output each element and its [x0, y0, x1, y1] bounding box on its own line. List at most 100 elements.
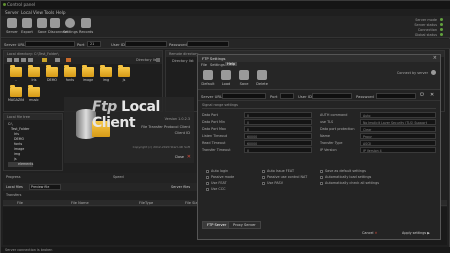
- server-url-input[interactable]: [25, 41, 75, 47]
- delete-icon[interactable]: [28, 58, 33, 62]
- col-file[interactable]: File: [17, 201, 23, 205]
- name-input[interactable]: Proxy: [360, 133, 436, 139]
- folder-item[interactable]: DEMO: [44, 65, 60, 82]
- export-button[interactable]: Export: [20, 18, 34, 34]
- disconnect-button[interactable]: Disconnect: [48, 18, 68, 34]
- folder-item[interactable]: img: [98, 65, 114, 82]
- folder-icon: [46, 65, 58, 77]
- data-port-input[interactable]: 0: [244, 112, 312, 118]
- folder-item[interactable]: MAGAZINE: [8, 85, 24, 102]
- settings-button[interactable]: Settings: [63, 18, 78, 34]
- disconnect-icon[interactable]: ✕: [430, 92, 434, 98]
- folder-item[interactable]: music: [26, 85, 42, 102]
- auto-load-checkbox[interactable]: Automatically load settings: [320, 175, 371, 179]
- dialog-user-input[interactable]: [312, 93, 352, 99]
- listen-timeout-input[interactable]: 60000: [244, 133, 312, 139]
- default-button[interactable]: Default: [201, 70, 215, 86]
- tools-icon[interactable]: [66, 58, 71, 62]
- menu-view[interactable]: View: [33, 10, 43, 15]
- read-timeout-input[interactable]: 60000: [244, 140, 312, 146]
- local-files-value[interactable]: Preview file: [29, 184, 61, 190]
- gear-icon: [65, 18, 75, 28]
- server-button[interactable]: Server: [5, 18, 19, 34]
- data-port-max-input[interactable]: 0: [244, 126, 312, 132]
- dialog-password-input[interactable]: [376, 93, 416, 99]
- main-window: Control panel Server Local View Tools He…: [0, 0, 450, 253]
- auto-check-checkbox[interactable]: Automatically check all settings: [320, 181, 379, 185]
- dialog-toolbar: Default Load Save Delete Connect by serv…: [198, 68, 440, 90]
- splash-close-button[interactable]: Close: [175, 155, 184, 159]
- title-bar: Control panel: [1, 1, 450, 9]
- dialog-menu-help[interactable]: Help: [225, 62, 238, 66]
- folder-item[interactable]: image: [80, 65, 96, 82]
- transfer-type-select[interactable]: ASCII: [360, 140, 436, 146]
- dialog-save-button[interactable]: Save: [237, 70, 251, 86]
- col-file-name[interactable]: File Name: [71, 201, 89, 205]
- auth-command-select[interactable]: Auto: [360, 112, 436, 118]
- dialog-server-input[interactable]: [222, 93, 266, 99]
- passive-nat-checkbox[interactable]: Passive use control NAT: [262, 175, 307, 179]
- speed-label: Speed: [113, 175, 124, 179]
- auth-command-label: AUTH command: [320, 113, 348, 117]
- load-button[interactable]: Load: [219, 70, 233, 86]
- save-icon: [37, 18, 47, 28]
- transfer-type-label: Transfer Type: [320, 141, 343, 145]
- name-label: Name: [320, 134, 331, 138]
- apply-settings-button[interactable]: Apply settings ▶: [402, 231, 430, 235]
- folder-item[interactable]: ..: [8, 65, 24, 82]
- dialog-title: FTP Settings: [198, 55, 440, 62]
- menu-server[interactable]: Server: [5, 10, 19, 15]
- use-pasv-checkbox[interactable]: Use PASV: [262, 181, 283, 185]
- new-folder-icon[interactable]: [21, 58, 26, 62]
- folder-item[interactable]: Iris: [26, 65, 42, 82]
- section-title: Signal range settings: [202, 103, 436, 109]
- dialog-close-icon[interactable]: ×: [433, 55, 437, 61]
- tab-proxy-server[interactable]: Proxy Server: [228, 221, 261, 229]
- ip-version-select[interactable]: IP Version 4: [360, 147, 436, 153]
- folder-item[interactable]: js: [116, 65, 132, 82]
- connect-icon[interactable]: [431, 70, 436, 75]
- refresh-icon[interactable]: [14, 58, 19, 62]
- delete-button[interactable]: Delete: [255, 70, 269, 86]
- close-icon[interactable]: ✕: [187, 154, 191, 160]
- transfer-timeout-input[interactable]: 0: [244, 147, 312, 153]
- folder-icon: [10, 65, 22, 77]
- tree-item[interactable]: elements: [8, 162, 34, 167]
- col-file-type[interactable]: FileType: [139, 201, 153, 205]
- cancel-button[interactable]: Cancel ✕: [362, 231, 377, 235]
- dropdown-icon[interactable]: [156, 58, 160, 62]
- auto-login-checkbox[interactable]: Auto login: [206, 169, 228, 173]
- folder-icon[interactable]: [42, 58, 47, 62]
- up-folder-icon[interactable]: [7, 58, 12, 62]
- data-port-min-input[interactable]: 0: [244, 119, 312, 125]
- dialog-menu-file[interactable]: File: [201, 63, 207, 67]
- dialog-port-label: Port: [270, 94, 278, 99]
- user-id-input[interactable]: [125, 41, 167, 47]
- save-icon: [239, 70, 249, 80]
- use-tls-select[interactable]: No Implicit Layer Security (TLS) Support: [360, 119, 436, 125]
- save-default-checkbox[interactable]: Save as default settings: [320, 169, 366, 173]
- menu-help[interactable]: Help: [56, 10, 66, 15]
- menu-local[interactable]: Local: [21, 10, 32, 15]
- transfers-label: Transfers: [6, 193, 22, 197]
- connect-icon[interactable]: ⏻: [420, 92, 424, 98]
- menu-bar: Server Local View Tools Help: [1, 9, 450, 16]
- use-ccc-checkbox[interactable]: Use CCC: [206, 187, 226, 191]
- menu-tools[interactable]: Tools: [44, 10, 54, 15]
- port-input[interactable]: 21: [87, 41, 101, 47]
- tab-ftp-server[interactable]: FTP Server: [202, 221, 232, 229]
- records-button[interactable]: Records: [79, 18, 93, 34]
- use-feat-checkbox[interactable]: Use FEAT: [206, 181, 227, 185]
- passive-mode-checkbox[interactable]: Passive mode: [206, 175, 234, 179]
- load-icon: [221, 70, 231, 80]
- dialog-port-input[interactable]: [280, 93, 294, 99]
- data-port-protection-select[interactable]: Clear: [360, 126, 436, 132]
- view-icon[interactable]: [55, 58, 60, 62]
- dialog-menu-settings[interactable]: Settings: [210, 63, 225, 67]
- save-button[interactable]: Save: [35, 18, 49, 34]
- password-input[interactable]: [187, 41, 229, 47]
- dialog-user-label: User ID: [298, 94, 312, 99]
- folder-item[interactable]: fonts: [62, 65, 78, 82]
- toolbar: Server Export Save Disconnect Settings R…: [1, 16, 450, 38]
- auto-issue-feat-checkbox[interactable]: Auto Issue FEAT: [262, 169, 294, 173]
